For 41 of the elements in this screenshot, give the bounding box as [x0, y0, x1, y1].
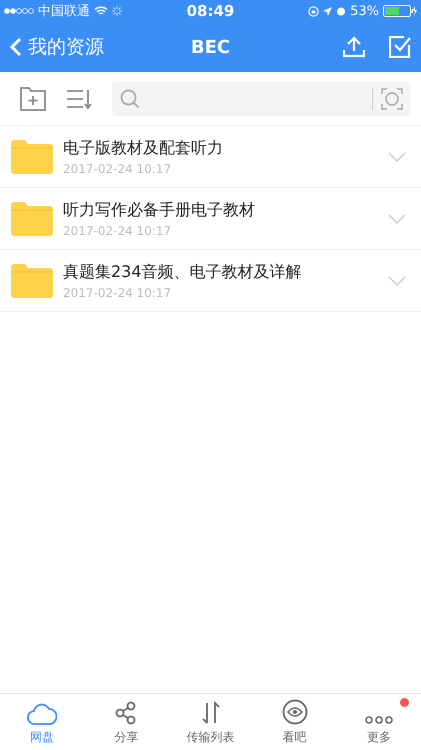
tab-item[interactable]: 看吧 [252, 694, 337, 750]
folder-icon [11, 202, 53, 236]
status-time: 08:49 [186, 2, 234, 20]
upload-icon[interactable] [342, 36, 365, 58]
share-icon [115, 701, 138, 725]
tab-item[interactable]: 传输列表 [168, 694, 253, 750]
file-name[interactable]: 电子版教材及配套听力 [63, 138, 388, 158]
tab-item[interactable]: 分享 [84, 694, 168, 750]
folder-icon [11, 140, 53, 174]
transfer-icon [200, 701, 222, 725]
chevron-down-icon[interactable] [388, 152, 406, 162]
chevron-down-icon[interactable] [388, 276, 406, 286]
file-name[interactable]: 听力写作必备手册电子教材 [63, 200, 388, 220]
new-folder-icon[interactable] [20, 86, 46, 110]
location-icon [323, 6, 332, 16]
file-date: 2017-02-24 10:17 [63, 286, 172, 300]
file-name[interactable]: 真题集234音频、电子教材及详解 [63, 262, 388, 282]
search-field[interactable] [112, 82, 411, 116]
battery-icon [383, 5, 417, 17]
signal-icon [4, 8, 34, 14]
tab-item[interactable]: 网盘 [0, 694, 84, 750]
more-icon [364, 715, 393, 725]
rotation-lock-icon [308, 6, 320, 16]
file-date: 2017-02-24 10:17 [63, 162, 172, 176]
search-icon [120, 88, 140, 108]
wifi-icon [94, 6, 108, 16]
back-button[interactable]: 我的资源 [10, 34, 150, 60]
eye-icon [282, 699, 308, 725]
back-icon [10, 37, 22, 57]
file-date: 2017-02-24 10:17 [63, 224, 172, 238]
chevron-down-icon[interactable] [388, 214, 406, 224]
folder-icon [11, 264, 53, 298]
scan-icon[interactable] [381, 88, 403, 110]
page-title: BEC [190, 36, 230, 58]
select-icon[interactable] [388, 36, 411, 58]
cloud-icon [27, 703, 58, 725]
loading-icon [112, 6, 122, 16]
carrier-name: 中国联通 [38, 3, 90, 20]
battery-percent: 53% [350, 4, 379, 18]
tab-item[interactable]: 更多 [336, 694, 421, 750]
sort-icon[interactable] [66, 88, 92, 110]
